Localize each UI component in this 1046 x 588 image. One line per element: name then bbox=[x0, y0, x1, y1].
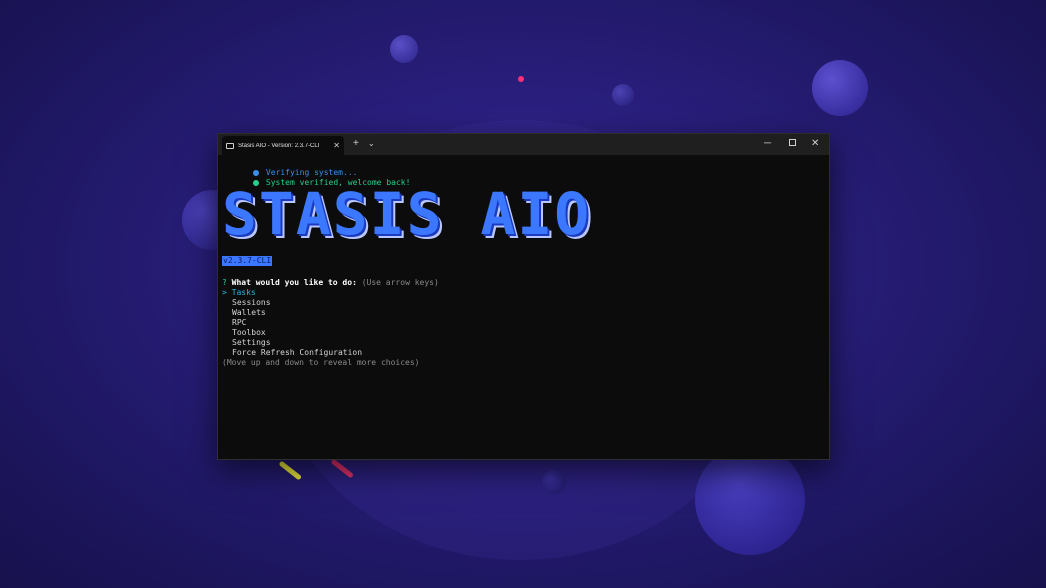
tab-dropdown-button[interactable]: ⌄ bbox=[368, 137, 375, 151]
menu-item-toolbox[interactable]: Toolbox bbox=[222, 328, 825, 338]
prompt-marker: ? bbox=[222, 278, 227, 287]
menu-item-force-refresh[interactable]: Force Refresh Configuration bbox=[222, 348, 825, 358]
version-badge: v2.3.7-CLI bbox=[222, 256, 273, 266]
menu-item-wallets[interactable]: Wallets bbox=[222, 308, 825, 318]
prompt-question: What would you like to do: bbox=[231, 278, 357, 287]
prompt-hint: (Use arrow keys) bbox=[361, 278, 439, 287]
decor-bubble bbox=[695, 445, 805, 555]
terminal-window: Stasis AIO - Version: 2.3.7-CLI ✕ + ⌄ ─ … bbox=[217, 133, 830, 460]
terminal-tab[interactable]: Stasis AIO - Version: 2.3.7-CLI ✕ bbox=[222, 136, 344, 155]
menu-item-settings[interactable]: Settings bbox=[222, 338, 825, 348]
status-line-verifying: Verifying system... bbox=[222, 158, 825, 177]
menu-footer-hint: (Move up and down to reveal more choices… bbox=[222, 358, 420, 367]
title-bar[interactable]: Stasis AIO - Version: 2.3.7-CLI ✕ + ⌄ ─ … bbox=[218, 134, 829, 155]
ascii-logo: STASIS AIO bbox=[222, 180, 592, 248]
status-dot-icon bbox=[252, 170, 259, 176]
menu-prompt: ? What would you like to do: (Use arrow … bbox=[222, 278, 825, 288]
menu-item-label: Tasks bbox=[231, 288, 256, 297]
decor-streak-yellow bbox=[278, 460, 303, 481]
terminal-output[interactable]: Verifying system... System verified, wel… bbox=[222, 158, 825, 455]
menu-item-tasks[interactable]: > Tasks bbox=[222, 288, 825, 298]
close-tab-icon[interactable]: ✕ bbox=[333, 141, 340, 150]
decor-dot bbox=[518, 76, 524, 82]
decor-bubble bbox=[542, 470, 566, 494]
tab-title: Stasis AIO - Version: 2.3.7-CLI bbox=[238, 142, 320, 149]
menu-item-rpc[interactable]: RPC bbox=[222, 318, 825, 328]
new-tab-button[interactable]: + bbox=[353, 137, 359, 151]
terminal-icon bbox=[226, 142, 234, 149]
status-text: Verifying system... bbox=[265, 168, 358, 177]
menu-item-sessions[interactable]: Sessions bbox=[222, 298, 825, 308]
decor-bubble bbox=[390, 35, 418, 63]
minimize-button[interactable]: ─ bbox=[764, 137, 771, 151]
maximize-button[interactable] bbox=[789, 139, 796, 146]
decor-bubble bbox=[612, 84, 634, 106]
close-window-button[interactable]: ✕ bbox=[811, 137, 819, 151]
pointer-icon: > bbox=[222, 288, 227, 297]
decor-bubble bbox=[812, 60, 868, 116]
